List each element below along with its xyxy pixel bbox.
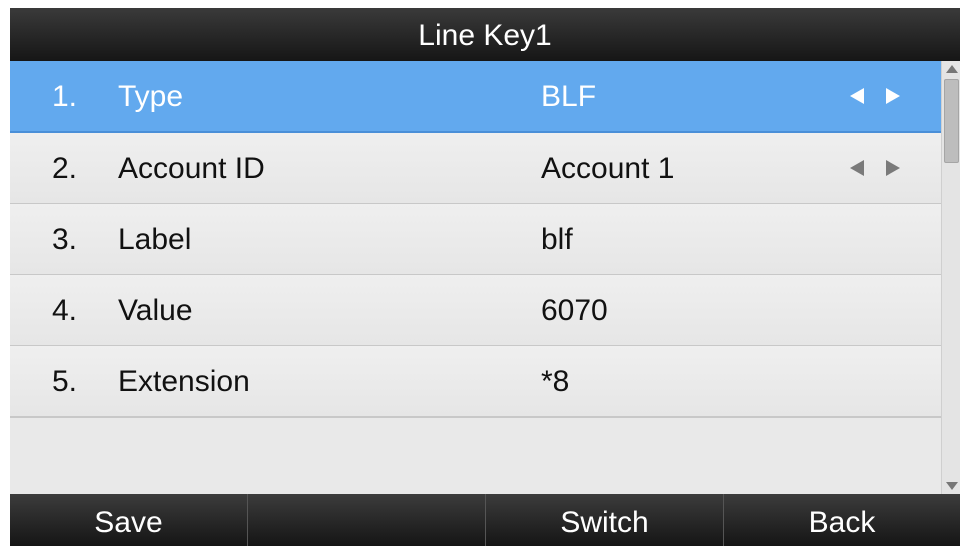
extension-field[interactable]: *8 (541, 346, 569, 418)
row-label: Value (118, 294, 193, 327)
list-item-account-id[interactable]: 2. Account ID Account 1 (10, 133, 941, 205)
list-item-value[interactable]: 4. Value 6070 (10, 275, 941, 347)
scroll-up-icon[interactable] (946, 65, 958, 73)
empty-softkey[interactable] (248, 494, 486, 546)
label-value-field[interactable]: blf (541, 204, 573, 276)
back-button[interactable]: Back (724, 494, 960, 546)
account-id-value: Account 1 (541, 152, 675, 185)
value-field[interactable]: 6070 (541, 275, 608, 347)
softkey-bar: Save Switch Back (10, 494, 960, 546)
list-item-type[interactable]: 1. Type BLF (10, 61, 941, 133)
scrollbar[interactable] (941, 61, 960, 494)
row-label: Type (118, 80, 184, 113)
scroll-thumb[interactable] (944, 79, 959, 163)
page-title: Line Key1 (10, 8, 960, 61)
row-number: 3. (52, 223, 78, 256)
row-label: Account ID (118, 152, 265, 185)
list-item-label[interactable]: 3. Label blf (10, 204, 941, 276)
row-number: 1. (52, 80, 78, 113)
settings-list: 1. Type BLF 2. Account ID Account 1 3. L… (10, 61, 941, 494)
row-number: 4. (52, 294, 78, 327)
row-label: Label (118, 223, 192, 256)
right-arrow-icon[interactable] (886, 160, 900, 176)
row-number: 5. (52, 365, 78, 398)
right-arrow-icon[interactable] (886, 88, 900, 104)
left-arrow-icon[interactable] (850, 160, 864, 176)
phone-screen: Line Key1 1. Type BLF 2. Account ID Acco… (10, 8, 960, 546)
row-label: Extension (118, 365, 250, 398)
save-button[interactable]: Save (10, 494, 248, 546)
empty-list-area (10, 418, 941, 494)
left-arrow-icon[interactable] (850, 88, 864, 104)
list-item-extension[interactable]: 5. Extension *8 (10, 346, 941, 418)
scroll-down-icon[interactable] (946, 482, 958, 490)
switch-button[interactable]: Switch (486, 494, 724, 546)
row-number: 2. (52, 152, 78, 185)
type-value: BLF (541, 80, 597, 113)
